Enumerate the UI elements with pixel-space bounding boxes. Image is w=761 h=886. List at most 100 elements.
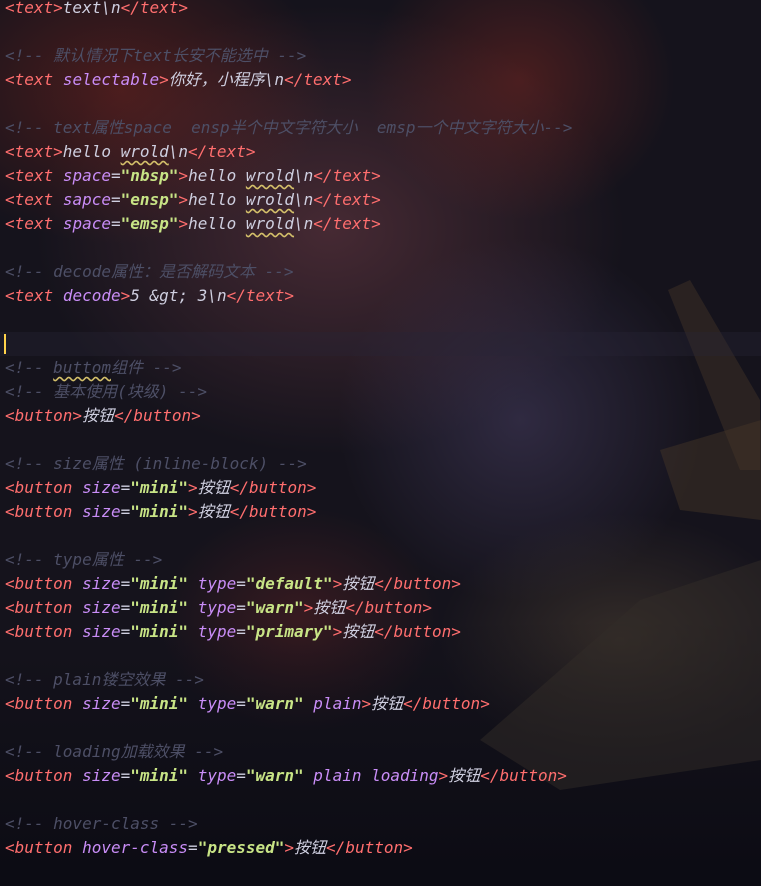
attribute-token: plain bbox=[313, 694, 362, 713]
code-line[interactable]: <!-- 基本使用(块级) --> bbox=[5, 380, 207, 404]
text-token: = bbox=[120, 574, 131, 593]
tag-token: </button> bbox=[229, 502, 317, 521]
comment-token: <!-- hover-class --> bbox=[5, 814, 198, 833]
tag-token: <text> bbox=[5, 142, 63, 161]
attribute-token: hover-class bbox=[82, 838, 189, 857]
value-token: "primary" bbox=[245, 622, 333, 641]
tag-token: > bbox=[120, 286, 131, 305]
attribute-token: sapce bbox=[62, 190, 111, 209]
tag-token: > bbox=[188, 478, 198, 497]
tag-token: </button> bbox=[345, 598, 433, 617]
tag-token: </text> bbox=[120, 0, 189, 17]
value-token: "warn" bbox=[245, 598, 304, 617]
text-token: \n bbox=[168, 142, 189, 161]
code-line[interactable]: <text decode>5 &gt; 3\n</text> bbox=[5, 284, 294, 308]
tag-token: </button> bbox=[326, 838, 413, 857]
text-token: 按钮 bbox=[197, 502, 230, 521]
code-line[interactable]: <!-- 默认情况下text长安不能选中 --> bbox=[5, 44, 306, 68]
attribute-token: type bbox=[197, 574, 237, 593]
attribute-token: loading bbox=[371, 766, 439, 785]
text-token: 按钮 bbox=[313, 598, 346, 617]
code-line[interactable]: <button size="mini" type="warn" plain lo… bbox=[5, 764, 567, 788]
code-line[interactable]: <!-- plain镂空效果 --> bbox=[5, 668, 204, 692]
text-token: 按钮 bbox=[294, 838, 327, 857]
tag-token: > bbox=[178, 214, 189, 233]
code-line[interactable]: <!-- decode属性：是否解码文本 --> bbox=[5, 260, 294, 284]
text-token: \n bbox=[294, 190, 314, 209]
tag-token: </text> bbox=[284, 70, 352, 89]
value-token: "warn" bbox=[245, 694, 304, 713]
code-line[interactable]: <button size="mini" type="warn">按钮</butt… bbox=[5, 596, 432, 620]
tag-token: <button bbox=[5, 694, 73, 713]
code-line[interactable]: <!-- loading加载效果 --> bbox=[5, 740, 223, 764]
code-line[interactable]: <button size="mini">按钮</button> bbox=[5, 476, 316, 500]
value-token: "nbsp" bbox=[120, 166, 179, 185]
code-line[interactable]: <text>hello wrold\n</text> bbox=[5, 140, 255, 164]
code-line[interactable]: <button hover-class="pressed">按钮</button… bbox=[5, 836, 413, 860]
code-line[interactable]: <text sapce="ensp">hello wrold\n</text> bbox=[5, 188, 381, 212]
tag-token: </text> bbox=[313, 214, 381, 233]
text-token: hello bbox=[188, 166, 246, 185]
text-token: = bbox=[120, 766, 131, 785]
text-token: 你好，小程序\n bbox=[168, 70, 285, 89]
text-token: \n bbox=[294, 214, 314, 233]
text-token: = bbox=[236, 694, 246, 713]
code-line[interactable]: <text space="nbsp">hello wrold\n</text> bbox=[5, 164, 381, 188]
code-line[interactable]: <!-- size属性 (inline-block) --> bbox=[5, 452, 307, 476]
tag-token: </text> bbox=[226, 286, 295, 305]
tag-token: <button bbox=[5, 622, 73, 641]
code-line[interactable]: <!-- buttom组件 --> bbox=[5, 356, 182, 380]
comment-token: <!-- size属性 (inline-block) --> bbox=[5, 454, 307, 473]
text-token: 按钮 bbox=[448, 766, 481, 785]
attribute-token: size bbox=[82, 694, 121, 713]
code-line[interactable]: <button size="mini" type="default">按钮</b… bbox=[5, 572, 461, 596]
attribute-token: selectable bbox=[62, 70, 160, 89]
attribute-token: space bbox=[62, 214, 111, 233]
tag-token: > bbox=[159, 70, 169, 89]
attribute-token: decode bbox=[62, 286, 121, 305]
text-token: = bbox=[120, 694, 131, 713]
attribute-token: size bbox=[82, 478, 121, 497]
code-line[interactable]: <text space="emsp">hello wrold\n</text> bbox=[5, 212, 381, 236]
text-token: 按钮 bbox=[197, 478, 230, 497]
text-token: 按钮 bbox=[342, 622, 375, 641]
attribute-token: size bbox=[82, 502, 121, 521]
text-token: = bbox=[110, 214, 121, 233]
tag-token: > bbox=[361, 694, 372, 713]
code-line[interactable]: <button size="mini" type="warn" plain>按钮… bbox=[5, 692, 490, 716]
code-editor[interactable]: <text>text\n</text> <!-- 默认情况下text长安不能选中 … bbox=[0, 0, 761, 886]
code-line[interactable]: <button size="mini">按钮</button> bbox=[5, 500, 316, 524]
code-line[interactable]: <!-- hover-class --> bbox=[5, 812, 198, 836]
code-line[interactable]: <text selectable>你好，小程序\n</text> bbox=[5, 68, 352, 92]
value-token: "default" bbox=[245, 574, 333, 593]
tag-token: <button bbox=[5, 502, 73, 521]
code-line[interactable]: <button size="mini" type="primary">按钮</b… bbox=[5, 620, 461, 644]
tag-token: > bbox=[188, 502, 198, 521]
tag-token: > bbox=[178, 166, 189, 185]
attribute-token: space bbox=[62, 166, 111, 185]
text-token: = bbox=[110, 190, 121, 209]
code-line[interactable]: <!-- type属性 --> bbox=[5, 548, 162, 572]
attribute-token: size bbox=[82, 598, 121, 617]
tag-token: <text> bbox=[5, 0, 63, 17]
text-token: = bbox=[110, 166, 121, 185]
code-line[interactable]: <button>按钮</button> bbox=[5, 404, 201, 428]
text-token: wrold bbox=[245, 166, 295, 185]
attribute-token: size bbox=[82, 574, 121, 593]
code-line[interactable]: <text>text\n</text> bbox=[5, 0, 188, 20]
code-line[interactable]: <!-- text属性space ensp半个中文字符大小 emsp一个中文字符… bbox=[5, 116, 572, 140]
tag-token: </text> bbox=[188, 142, 256, 161]
